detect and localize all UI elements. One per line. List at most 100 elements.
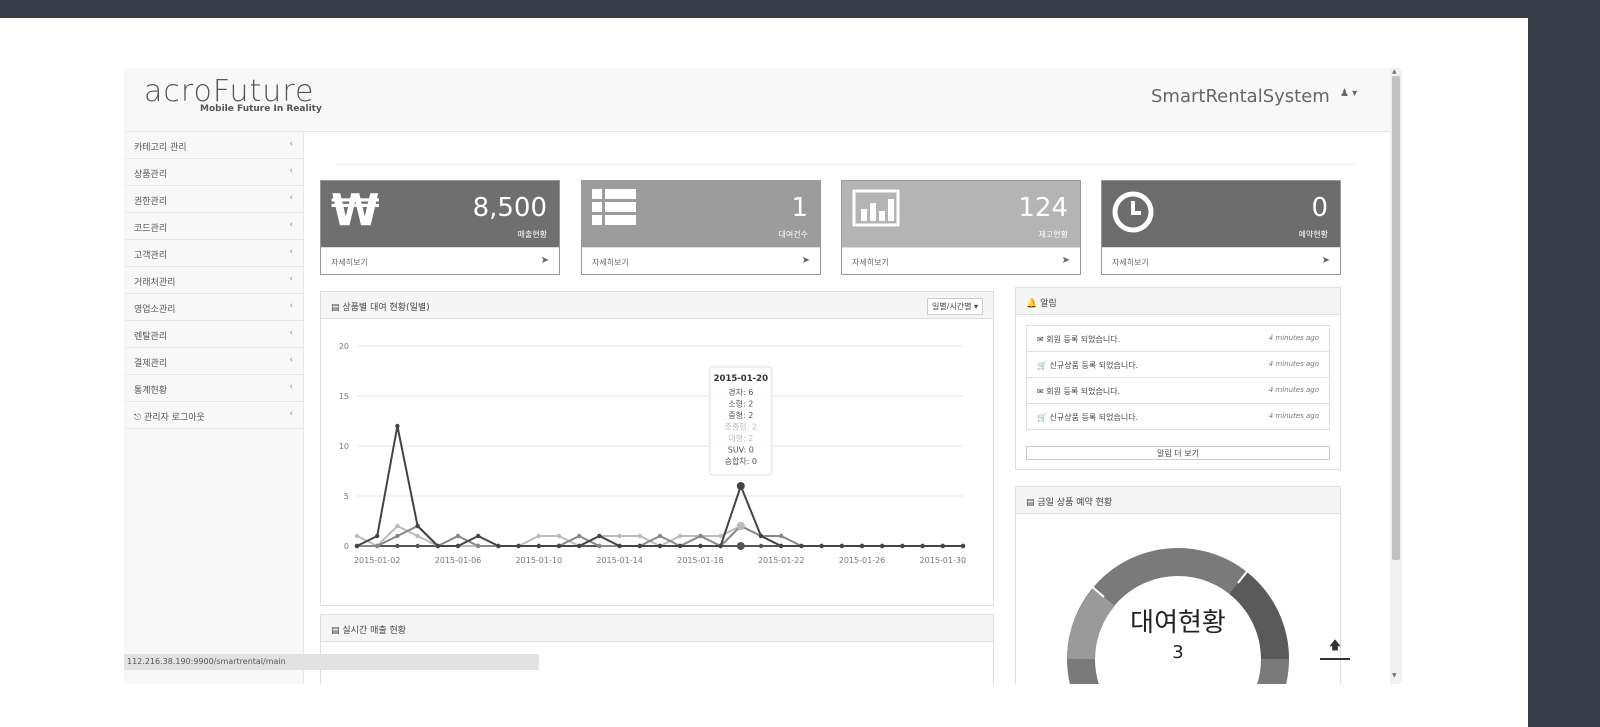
panel-title: 실시간 매출 현황 bbox=[342, 626, 407, 636]
data-point bbox=[354, 543, 360, 549]
data-point bbox=[476, 533, 481, 539]
data-point bbox=[375, 543, 380, 549]
bar-chart-icon: ▤ bbox=[1026, 498, 1038, 508]
tooltip-title: 2015-01-20 bbox=[714, 374, 768, 384]
more-notifications-button[interactable]: 알림 더 보기 bbox=[1026, 446, 1330, 460]
y-tick-label: 10 bbox=[339, 442, 349, 451]
sidebar-item-rentals[interactable]: 렌탈관리 ‹ bbox=[124, 321, 303, 348]
y-tick-label: 0 bbox=[344, 542, 349, 551]
chevron-left-icon: ‹ bbox=[289, 409, 293, 419]
donut-center-value: 3 bbox=[1172, 642, 1183, 663]
sidebar-item-products[interactable]: 상품관리 ‹ bbox=[124, 159, 303, 186]
y-tick-label: 5 bbox=[344, 492, 349, 501]
user-menu-button[interactable]: ♟ ▾ bbox=[1340, 88, 1357, 99]
notification-time: 4 minutes ago bbox=[1268, 412, 1319, 420]
tooltip-line: 대형: 2 bbox=[728, 434, 753, 443]
data-point bbox=[435, 543, 440, 549]
notifications-panel: 🔔 알림 ✉ 회원 등록 되었습니다. 4 minutes ago 🛒 신규상품 … bbox=[1015, 287, 1341, 470]
data-point bbox=[455, 533, 461, 539]
data-point bbox=[536, 543, 541, 549]
tooltip-line: 경차: 6 bbox=[728, 387, 753, 397]
arrow-up-icon: 🡅 bbox=[1328, 638, 1342, 652]
sidebar-item-label: 통계현황 bbox=[134, 386, 168, 396]
bar-chart-icon bbox=[852, 189, 900, 227]
data-point bbox=[577, 533, 582, 539]
arrow-circle-right-icon: ➤ bbox=[1321, 255, 1330, 266]
sidebar-item-offices[interactable]: 영업소관리 ‹ bbox=[124, 294, 303, 321]
data-point bbox=[859, 543, 865, 549]
tooltip-line: 소형: 2 bbox=[728, 400, 753, 409]
chevron-left-icon: ‹ bbox=[289, 193, 293, 203]
top-navbar: acroFuture Mobile Future In Reality Smar… bbox=[124, 68, 1390, 132]
data-point bbox=[758, 533, 764, 539]
period-dropdown[interactable]: 일별/시간별 ▾ bbox=[926, 298, 983, 315]
scroll-down-icon[interactable]: ▼ bbox=[1392, 672, 1397, 679]
browser-window: acroFuture Mobile Future In Reality Smar… bbox=[124, 68, 1402, 684]
data-point bbox=[637, 543, 642, 549]
back-to-top-button[interactable]: 🡅 bbox=[1320, 636, 1350, 660]
stat-label: 예약현황 bbox=[1298, 230, 1328, 239]
data-point bbox=[758, 543, 764, 549]
data-point bbox=[617, 543, 622, 549]
data-point bbox=[395, 523, 400, 529]
chevron-left-icon: ‹ bbox=[289, 220, 293, 230]
sidebar-item-partners[interactable]: 거래처관리 ‹ bbox=[124, 267, 303, 294]
stat-detail-link[interactable]: 자세히보기 ➤ bbox=[1102, 247, 1340, 274]
data-point bbox=[354, 533, 360, 539]
sidebar-item-label: 고객관리 bbox=[134, 251, 168, 261]
data-point bbox=[395, 423, 400, 429]
envelope-icon: ✉ bbox=[1037, 387, 1047, 396]
tooltip-line: SUV: 0 bbox=[728, 446, 754, 455]
data-point bbox=[556, 533, 562, 539]
stat-detail-link[interactable]: 자세히보기 ➤ bbox=[582, 247, 820, 274]
data-point bbox=[536, 533, 541, 539]
stat-card-rentals: 1 대여건수 자세히보기 ➤ bbox=[581, 180, 821, 275]
sidebar-item-category[interactable]: 카테고리 관리 ‹ bbox=[124, 132, 303, 159]
stat-detail-label: 자세히보기 bbox=[852, 258, 889, 267]
data-point bbox=[920, 543, 925, 549]
data-point bbox=[415, 523, 420, 529]
data-point bbox=[375, 533, 380, 539]
sidebar-item-permissions[interactable]: 권한관리 ‹ bbox=[124, 186, 303, 213]
notification-item[interactable]: ✉ 회원 등록 되었습니다. 4 minutes ago bbox=[1026, 325, 1330, 352]
arrow-circle-right-icon: ➤ bbox=[540, 255, 549, 266]
data-point bbox=[698, 533, 703, 539]
stat-label: 대여건수 bbox=[778, 230, 808, 239]
notification-time: 4 minutes ago bbox=[1268, 386, 1319, 394]
chevron-left-icon: ‹ bbox=[289, 274, 293, 284]
browser-status-bar: 112.216.38.190:9900/smartrental/main bbox=[124, 654, 539, 670]
donut-slice bbox=[1067, 587, 1115, 660]
panel-title: 금일 상품 예약 현황 bbox=[1037, 498, 1113, 508]
notification-item[interactable]: 🛒 신규상품 등록 되었습니다. 4 minutes ago bbox=[1026, 351, 1330, 378]
stat-detail-link[interactable]: 자세히보기 ➤ bbox=[321, 247, 559, 274]
sidebar-item-statistics[interactable]: 통계현황 ‹ bbox=[124, 375, 303, 402]
app-title: SmartRentalSystem bbox=[1151, 86, 1330, 107]
chevron-left-icon: ‹ bbox=[289, 247, 293, 257]
sidebar-item-label: 카테고리 관리 bbox=[134, 143, 187, 153]
sidebar-item-payments[interactable]: 결제관리 ‹ bbox=[124, 348, 303, 375]
panel-header: ▤ 금일 상품 예약 현황 bbox=[1016, 487, 1340, 514]
page-scrollbar[interactable]: ▲ ▼ bbox=[1390, 68, 1402, 684]
envelope-icon: ✉ bbox=[1037, 335, 1047, 344]
notification-item[interactable]: 🛒 신규상품 등록 되었습니다. 4 minutes ago bbox=[1026, 403, 1330, 430]
data-point bbox=[940, 543, 945, 549]
sidebar-item-label: 렌탈관리 bbox=[134, 332, 168, 342]
sidebar-item-codes[interactable]: 코드관리 ‹ bbox=[124, 213, 303, 240]
panel-header: ▤ 상품별 대여 현황(일별) 일별/시간별 ▾ bbox=[321, 292, 993, 319]
tooltip-line: 준중형: 2 bbox=[725, 423, 757, 432]
stat-detail-link[interactable]: 자세히보기 ➤ bbox=[842, 247, 1080, 274]
series-line bbox=[356, 425, 963, 547]
caret-down-icon: ▾ bbox=[973, 302, 978, 311]
data-point bbox=[779, 543, 784, 549]
sidebar-item-label: 거래처관리 bbox=[134, 278, 176, 288]
notification-item[interactable]: ✉ 회원 등록 되었습니다. 4 minutes ago bbox=[1026, 377, 1330, 404]
rental-chart-panel: ▤ 상품별 대여 현황(일별) 일별/시간별 ▾ 0 5 10 15 20 2015-01… bbox=[320, 291, 994, 606]
sidebar-item-label: 권한관리 bbox=[134, 197, 168, 207]
data-point bbox=[819, 543, 824, 549]
stat-value: 8,500 bbox=[472, 193, 547, 223]
scroll-thumb[interactable] bbox=[1392, 76, 1400, 560]
sidebar-item-customers[interactable]: 고객관리 ‹ bbox=[124, 240, 303, 267]
panel-header: 🔔 알림 bbox=[1016, 288, 1340, 315]
sidebar-item-logout[interactable]: ⎋ 관리자 로그아웃 ‹ bbox=[124, 402, 303, 429]
scroll-up-icon[interactable]: ▲ bbox=[1392, 68, 1397, 75]
